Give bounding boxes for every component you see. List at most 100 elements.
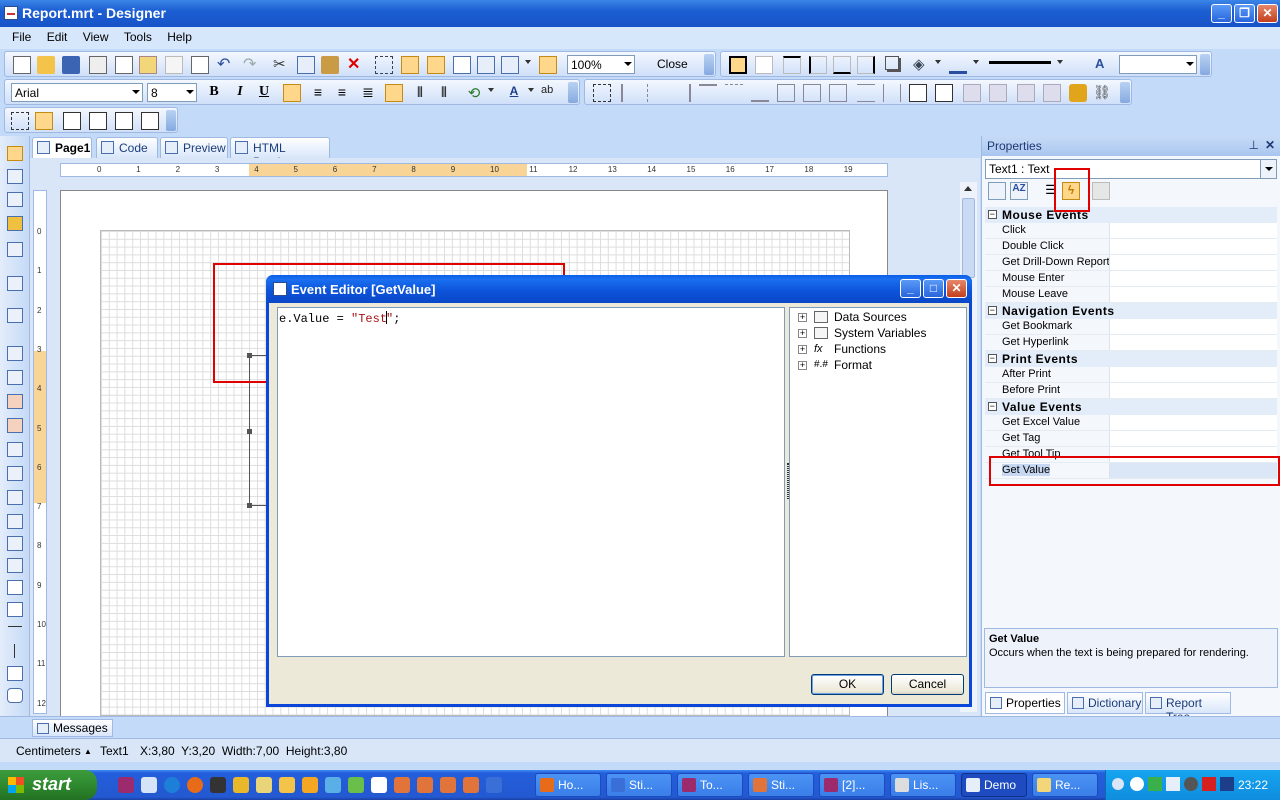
tray-expand-icon[interactable] xyxy=(1112,778,1124,790)
panel-close-icon[interactable]: ✕ xyxy=(1265,138,1275,152)
property-pages-icon[interactable] xyxy=(1092,182,1110,200)
move-right-icon[interactable] xyxy=(141,112,159,130)
make-same-size-icon[interactable] xyxy=(777,84,795,102)
band-tool-icon[interactable] xyxy=(7,242,23,257)
taskbar-button[interactable]: Ho... xyxy=(535,773,601,797)
page-setup-icon[interactable] xyxy=(139,56,157,74)
toolbar-overflow-4[interactable] xyxy=(1120,82,1130,103)
panel-tool-icon[interactable] xyxy=(7,308,23,323)
lock-icon[interactable] xyxy=(1069,84,1087,102)
units-up-icon[interactable]: ▲ xyxy=(84,747,92,756)
tray-icon[interactable] xyxy=(1202,777,1216,791)
quicklaunch-icon[interactable] xyxy=(394,777,410,793)
sort-alpha-icon[interactable]: AZ xyxy=(1010,182,1028,200)
quicklaunch-icon[interactable] xyxy=(348,777,364,793)
cross-band-tool-icon[interactable] xyxy=(7,276,23,291)
space-horizontal-icon[interactable] xyxy=(857,84,875,102)
center-vertical-icon[interactable] xyxy=(935,84,953,102)
horizontal-line-icon[interactable] xyxy=(8,626,22,627)
menu-view[interactable]: View xyxy=(77,27,115,44)
check-box-icon[interactable] xyxy=(7,418,23,433)
prop-after-print[interactable]: After Print xyxy=(985,367,1277,383)
ie-icon[interactable] xyxy=(164,777,180,793)
tab-html-preview[interactable]: HTML Preview xyxy=(230,137,330,169)
border-all-icon[interactable] xyxy=(729,56,747,74)
center-horizontal-icon[interactable] xyxy=(909,84,927,102)
paste-icon[interactable] xyxy=(321,56,339,74)
quicklaunch-icon[interactable] xyxy=(486,777,502,793)
save-icon[interactable] xyxy=(62,56,80,74)
tab-report-tree[interactable]: Report Tree xyxy=(1145,692,1231,724)
link-icon[interactable]: ⛓ xyxy=(1093,84,1111,102)
justify-icon[interactable]: ≣ xyxy=(359,84,377,102)
border-color-icon[interactable] xyxy=(949,56,967,74)
move-up-icon[interactable] xyxy=(63,112,81,130)
shadow-icon[interactable] xyxy=(885,56,899,70)
taskbar-button[interactable]: Lis... xyxy=(890,773,956,797)
taskbar-button[interactable]: [2]... xyxy=(819,773,885,797)
rounded-rectangle-icon[interactable] xyxy=(7,688,23,703)
underline-icon[interactable]: U xyxy=(255,84,273,102)
quicklaunch-icon[interactable] xyxy=(279,777,295,793)
menu-file[interactable]: File xyxy=(6,27,37,44)
redo-icon[interactable]: ↷ xyxy=(243,56,261,74)
quicklaunch-icon[interactable] xyxy=(417,777,433,793)
toolbar-overflow-3[interactable] xyxy=(568,82,578,103)
toolbar-overflow-5[interactable] xyxy=(166,110,176,131)
copy-icon[interactable] xyxy=(297,56,315,74)
select-all-icon[interactable] xyxy=(375,56,393,74)
border-top-icon[interactable] xyxy=(783,56,801,74)
border-none-icon[interactable] xyxy=(755,56,773,74)
show-grid-icon[interactable] xyxy=(401,56,419,74)
headers-icon[interactable] xyxy=(453,56,471,74)
prop-double-click[interactable]: Double Click xyxy=(985,239,1277,255)
style-select[interactable] xyxy=(1119,55,1197,74)
align-center-icon[interactable]: ≡ xyxy=(309,84,327,102)
zoom-select[interactable]: 100% xyxy=(567,55,635,74)
prop-get-excel-value[interactable]: Get Excel Value xyxy=(985,415,1277,431)
barcode-icon[interactable] xyxy=(7,466,23,481)
prop-get-hyperlink[interactable]: Get Hyperlink xyxy=(985,335,1277,351)
quicklaunch-icon[interactable] xyxy=(141,777,157,793)
align-bottoms-icon[interactable] xyxy=(751,84,769,102)
code-editor[interactable]: e.Value = "Test"; xyxy=(277,307,785,657)
menu-tools[interactable]: Tools xyxy=(118,27,158,44)
border-bottom-icon[interactable] xyxy=(833,56,851,74)
page-copy-icon[interactable] xyxy=(191,56,209,74)
category-mouse-events[interactable]: − Mouse Events xyxy=(985,207,1277,223)
quicklaunch-icon[interactable] xyxy=(440,777,456,793)
move-left-icon[interactable] xyxy=(89,112,107,130)
sub-report-icon[interactable] xyxy=(7,558,23,573)
toolbar-overflow-2[interactable] xyxy=(1200,54,1210,75)
ok-button[interactable]: OK xyxy=(811,674,884,695)
pan-tool-icon[interactable] xyxy=(7,169,23,184)
quicklaunch-icon[interactable] xyxy=(256,777,272,793)
prop-get-tag[interactable]: Get Tag xyxy=(985,431,1277,447)
prop-get-drill-down-report[interactable]: Get Drill-Down Report xyxy=(985,255,1277,271)
tab-page1[interactable]: Page1 xyxy=(32,137,92,158)
tab-code[interactable]: Code xyxy=(96,137,158,158)
cancel-button[interactable]: Cancel xyxy=(891,674,964,695)
category-print-events[interactable]: − Print Events xyxy=(985,351,1277,367)
tab-properties[interactable]: Properties xyxy=(985,692,1065,714)
categorized-icon[interactable] xyxy=(988,182,1006,200)
object-select[interactable]: Text1 : Text xyxy=(985,159,1277,179)
make-same-width-icon[interactable] xyxy=(803,84,821,102)
start-button[interactable]: start xyxy=(0,770,97,800)
align-right-edges-icon[interactable] xyxy=(673,84,691,102)
align-middles-icon[interactable] xyxy=(725,84,743,102)
text-component-icon[interactable] xyxy=(7,346,23,361)
rotate-icon[interactable]: ⟲ xyxy=(465,84,483,102)
quicklaunch-icon[interactable] xyxy=(371,777,387,793)
resize-handle[interactable] xyxy=(247,429,252,434)
align-right-icon[interactable]: ≡ xyxy=(333,84,351,102)
taskbar-button[interactable]: To... xyxy=(677,773,743,797)
quicklaunch-icon[interactable] xyxy=(118,777,134,793)
select-parent-icon[interactable] xyxy=(11,112,29,130)
menu-edit[interactable]: Edit xyxy=(41,27,74,44)
quicklaunch-icon[interactable] xyxy=(302,777,318,793)
category-navigation-events[interactable]: − Navigation Events xyxy=(985,303,1277,319)
taskbar-button[interactable]: Re... xyxy=(1032,773,1098,797)
tray-icon[interactable] xyxy=(1130,777,1144,791)
fill-color-icon[interactable]: ◈ xyxy=(913,56,931,74)
